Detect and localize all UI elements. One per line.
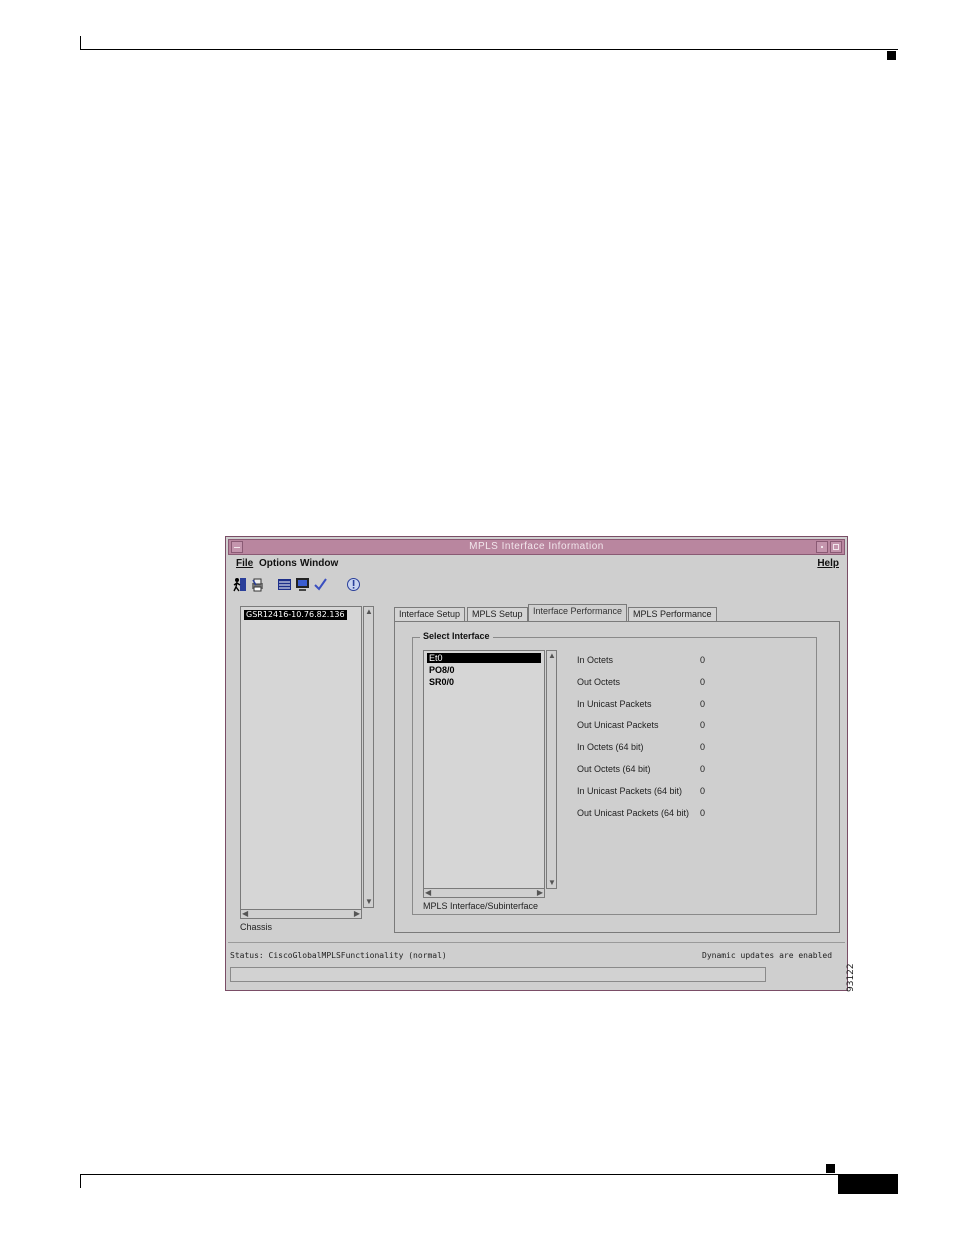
chassis-list[interactable]: GSR12416-10.76.82.136 <box>240 606 362 911</box>
window-title: MPLS Interface Information <box>469 541 604 552</box>
exit-icon[interactable] <box>232 577 247 592</box>
footer-rule-tick <box>80 1174 81 1188</box>
header-rule-tick <box>80 36 81 50</box>
print-icon[interactable] <box>250 577 265 592</box>
monitor-icon[interactable] <box>295 577 310 592</box>
menu-help[interactable]: Help <box>817 558 839 569</box>
page-number-block <box>838 1175 898 1194</box>
toolbar <box>230 575 843 595</box>
footer-marker <box>826 1164 835 1173</box>
stat-label: Out Octets <box>577 677 621 687</box>
header-rule <box>80 49 898 50</box>
list-item[interactable]: Et0 <box>427 653 541 663</box>
stat-label: In Unicast Packets (64 bit) <box>577 786 683 796</box>
stat-label: In Unicast Packets <box>577 699 652 709</box>
minimize-button[interactable] <box>816 541 828 553</box>
chassis-label: Chassis <box>240 922 273 932</box>
scroll-right-arrow-icon[interactable]: ▶ <box>537 889 543 897</box>
stat-value: 0 <box>700 742 706 752</box>
stat-value: 0 <box>700 677 706 687</box>
tab-mpls-setup[interactable]: MPLS Setup <box>467 607 528 621</box>
scroll-down-arrow-icon[interactable]: ▼ <box>548 879 556 887</box>
scroll-up-arrow-icon[interactable]: ▲ <box>548 652 556 660</box>
select-interface-title: Select Interface <box>420 631 493 641</box>
footer-rule <box>80 1174 898 1175</box>
status-separator <box>228 942 845 943</box>
tab-mpls-performance[interactable]: MPLS Performance <box>628 607 717 621</box>
stat-value: 0 <box>700 655 706 665</box>
interface-horizontal-scrollbar[interactable]: ◀ ▶ <box>423 888 545 898</box>
list-icon[interactable] <box>277 577 292 592</box>
stat-label: In Octets <box>577 655 614 665</box>
info-icon[interactable] <box>346 577 361 592</box>
menu-window[interactable]: Window <box>300 558 338 569</box>
stat-value: 0 <box>700 720 706 730</box>
dynamic-updates-status: Dynamic updates are enabled <box>702 951 833 960</box>
header-marker <box>887 51 896 60</box>
stat-label: Out Octets (64 bit) <box>577 764 651 774</box>
menu-bar: File Options Window Help <box>228 556 845 572</box>
stat-label: Out Unicast Packets (64 bit) <box>577 808 690 818</box>
menu-file[interactable]: File <box>236 558 253 569</box>
maximize-button[interactable] <box>830 541 842 553</box>
stat-value: 0 <box>700 699 706 709</box>
figure-number: 93122 <box>846 963 856 992</box>
check-icon[interactable] <box>313 577 328 592</box>
stat-value: 0 <box>700 786 706 796</box>
progress-bar <box>230 967 766 982</box>
interface-vertical-scrollbar[interactable]: ▲ ▼ <box>546 650 557 889</box>
stat-value: 0 <box>700 808 706 818</box>
scroll-left-arrow-icon[interactable]: ◀ <box>425 889 431 897</box>
stat-label: In Octets (64 bit) <box>577 742 644 752</box>
interface-list[interactable]: Et0 PO8/0 SR0/0 <box>423 650 545 895</box>
tab-interface-setup[interactable]: Interface Setup <box>394 607 466 621</box>
stat-value: 0 <box>700 764 706 774</box>
scroll-left-arrow-icon[interactable]: ◀ <box>242 910 248 918</box>
scroll-up-arrow-icon[interactable]: ▲ <box>365 608 373 616</box>
list-item[interactable]: SR0/0 <box>427 677 541 687</box>
chassis-item[interactable]: GSR12416-10.76.82.136 <box>244 610 347 620</box>
chassis-vertical-scrollbar[interactable]: ▲ ▼ <box>363 606 374 908</box>
scroll-right-arrow-icon[interactable]: ▶ <box>354 910 360 918</box>
scroll-down-arrow-icon[interactable]: ▼ <box>365 898 373 906</box>
status-text: Status: CiscoGlobalMPLSFunctionality (no… <box>230 951 447 960</box>
title-bar[interactable]: MPLS Interface Information <box>228 539 845 555</box>
interface-list-label: MPLS Interface/Subinterface <box>423 901 539 911</box>
list-item[interactable]: PO8/0 <box>427 665 541 675</box>
tab-interface-performance[interactable]: Interface Performance <box>528 604 628 622</box>
chassis-horizontal-scrollbar[interactable]: ◀ ▶ <box>240 909 362 919</box>
menu-options[interactable]: Options <box>259 558 297 569</box>
stat-label: Out Unicast Packets <box>577 720 659 730</box>
mpls-interface-window: MPLS Interface Information File Options … <box>225 536 848 991</box>
